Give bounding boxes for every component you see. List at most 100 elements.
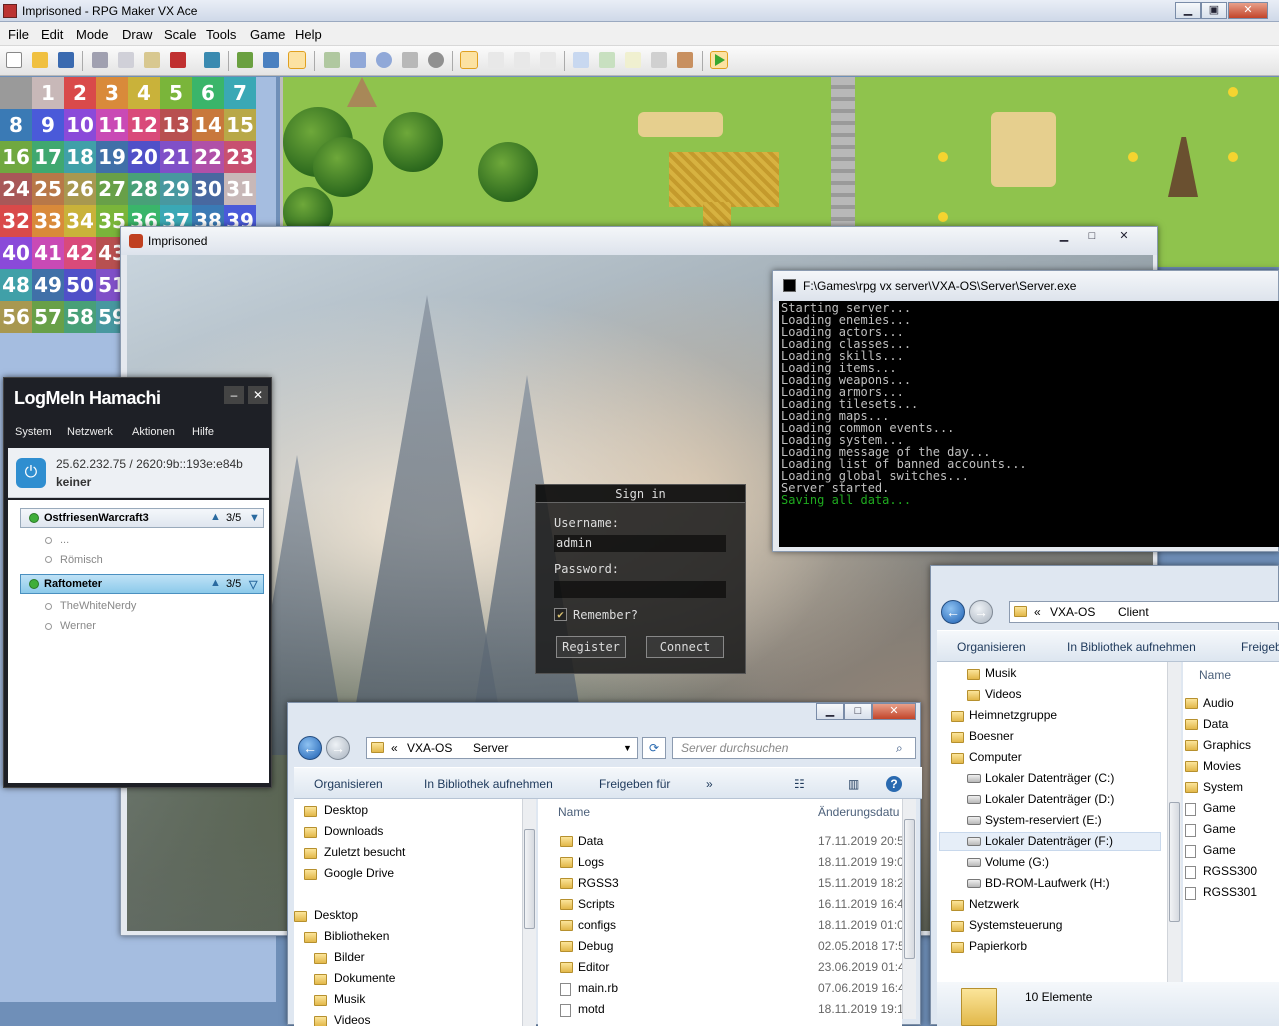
rectangle-icon[interactable] [350, 52, 366, 68]
region-cell[interactable]: 15 [224, 109, 256, 141]
copy-icon[interactable] [118, 52, 134, 68]
file-name[interactable]: Debug [578, 939, 613, 953]
region-cell[interactable]: 21 [160, 141, 192, 173]
maximize-button[interactable]: ▣ [1201, 2, 1227, 19]
breadcrumb-overflow[interactable]: « [391, 738, 398, 758]
region-cell[interactable]: 14 [192, 109, 224, 141]
file-name[interactable]: Game [1203, 822, 1236, 836]
scrollbar-thumb[interactable] [1169, 802, 1180, 922]
hamachi-menu-netzwerk[interactable]: Netzwerk [67, 426, 113, 438]
open-project-icon[interactable] [32, 52, 48, 68]
region-cell[interactable]: 8 [0, 109, 32, 141]
column-name-header[interactable]: Name [558, 805, 590, 819]
back-button[interactable]: ← [941, 600, 965, 624]
network-row-selected[interactable]: Raftometer ▲ 3/5 ▽ [20, 574, 264, 594]
region-cell[interactable]: 26 [64, 173, 96, 205]
nav-item[interactable]: Lokaler Datenträger (F:) [985, 834, 1113, 848]
password-input[interactable] [554, 581, 726, 598]
nav-item[interactable]: Musik [985, 666, 1016, 680]
region-cell[interactable]: 19 [96, 141, 128, 173]
region-cell[interactable]: 32 [0, 205, 32, 237]
zoom-1-4-icon[interactable] [514, 52, 530, 68]
file-name[interactable]: RGSS301 [1203, 885, 1257, 899]
menu-help[interactable]: Help [295, 27, 322, 42]
refresh-icon[interactable]: ⟳ [642, 737, 666, 759]
menu-tools[interactable]: Tools [206, 27, 236, 42]
server-nav-scrollbar[interactable] [522, 799, 536, 1026]
menu-edit[interactable]: Edit [41, 27, 63, 42]
map-layer-icon[interactable] [237, 52, 253, 68]
nav-item[interactable]: Netzwerk [969, 897, 1019, 911]
share-with-button[interactable]: Freigeben für [599, 777, 670, 791]
nav-item[interactable]: Downloads [324, 824, 383, 838]
region-cell[interactable]: 18 [64, 141, 96, 173]
region-layer-icon[interactable] [288, 51, 306, 69]
region-cell[interactable]: 40 [0, 237, 32, 269]
nav-item[interactable]: Musik [334, 992, 365, 1006]
close-button[interactable]: ✕ [1228, 2, 1268, 19]
nav-item[interactable]: Bibliotheken [324, 929, 389, 943]
peer-name[interactable]: Werner [60, 620, 96, 632]
cut-icon[interactable] [92, 52, 108, 68]
script-editor-icon[interactable] [625, 52, 641, 68]
connect-button[interactable]: Connect [646, 636, 724, 658]
include-in-library-button[interactable]: In Bibliothek aufnehmen [424, 777, 553, 791]
preview-pane-icon[interactable]: ▥ [848, 777, 859, 791]
file-name[interactable]: RGSS300 [1203, 864, 1257, 878]
nav-item[interactable]: Boesner [969, 729, 1014, 743]
region-cell[interactable]: 28 [128, 173, 160, 205]
breadcrumb-vxa-os[interactable]: VXA-OS [1050, 602, 1095, 622]
region-cell[interactable]: 56 [0, 301, 32, 333]
region-cell[interactable]: 4 [128, 77, 160, 109]
region-cell[interactable]: 10 [64, 109, 96, 141]
more-commands-button[interactable]: » [706, 777, 713, 791]
menu-file[interactable]: File [8, 27, 29, 42]
region-cell[interactable]: 58 [64, 301, 96, 333]
menu-draw[interactable]: Draw [122, 27, 152, 42]
database-icon[interactable] [573, 52, 589, 68]
region-cell[interactable]: 22 [192, 141, 224, 173]
new-project-icon[interactable] [6, 52, 22, 68]
region-cell[interactable]: 3 [96, 77, 128, 109]
zoom-1-2-icon[interactable] [488, 52, 504, 68]
nav-item[interactable]: Papierkorb [969, 939, 1027, 953]
back-button[interactable]: ← [298, 736, 322, 760]
menu-scale[interactable]: Scale [164, 27, 197, 42]
remember-checkbox[interactable]: ✔ [554, 608, 567, 621]
file-name[interactable]: motd [578, 1002, 605, 1016]
scrollbar-thumb[interactable] [904, 819, 915, 959]
hamachi-menu-hilfe[interactable]: Hilfe [192, 426, 214, 438]
pencil-icon[interactable] [324, 52, 340, 68]
region-cell[interactable]: 12 [128, 109, 160, 141]
event-layer-icon[interactable] [263, 52, 279, 68]
register-button[interactable]: Register [556, 636, 626, 658]
fill-icon[interactable] [402, 52, 418, 68]
include-in-library-button[interactable]: In Bibliothek aufnehmen [1067, 640, 1196, 654]
nav-item[interactable]: Heimnetzgruppe [969, 708, 1057, 722]
nav-item[interactable]: Systemsteuerung [969, 918, 1062, 932]
view-options-icon[interactable]: ☷ [794, 777, 805, 791]
file-name[interactable]: System [1203, 780, 1243, 794]
nav-item[interactable]: BD-ROM-Laufwerk (H:) [985, 876, 1110, 890]
forward-button[interactable]: → [326, 736, 350, 760]
breadcrumb-server[interactable]: Server [473, 738, 508, 758]
region-cell[interactable]: 49 [32, 269, 64, 301]
region-cell[interactable]: 34 [64, 205, 96, 237]
delete-icon[interactable] [170, 52, 186, 68]
explorer-minimize-button[interactable]: ▁ [816, 703, 844, 720]
region-cell[interactable]: 30 [192, 173, 224, 205]
nav-item[interactable]: Desktop [324, 803, 368, 817]
nav-item[interactable]: Dokumente [334, 971, 395, 985]
hamachi-menu-aktionen[interactable]: Aktionen [132, 426, 175, 438]
network-row[interactable]: OstfriesenWarcraft3 ▲ 3/5 ▼ [20, 508, 264, 528]
save-project-icon[interactable] [58, 52, 74, 68]
region-cell[interactable]: 7 [224, 77, 256, 109]
peer-name[interactable]: TheWhiteNerdy [60, 600, 136, 612]
region-cell[interactable]: 41 [32, 237, 64, 269]
paste-icon[interactable] [144, 52, 160, 68]
region-cell[interactable]: 20 [128, 141, 160, 173]
nav-item[interactable]: Zuletzt besucht [324, 845, 405, 859]
region-cell[interactable]: 29 [160, 173, 192, 205]
nav-item[interactable]: Google Drive [324, 866, 394, 880]
region-cell[interactable]: 9 [32, 109, 64, 141]
